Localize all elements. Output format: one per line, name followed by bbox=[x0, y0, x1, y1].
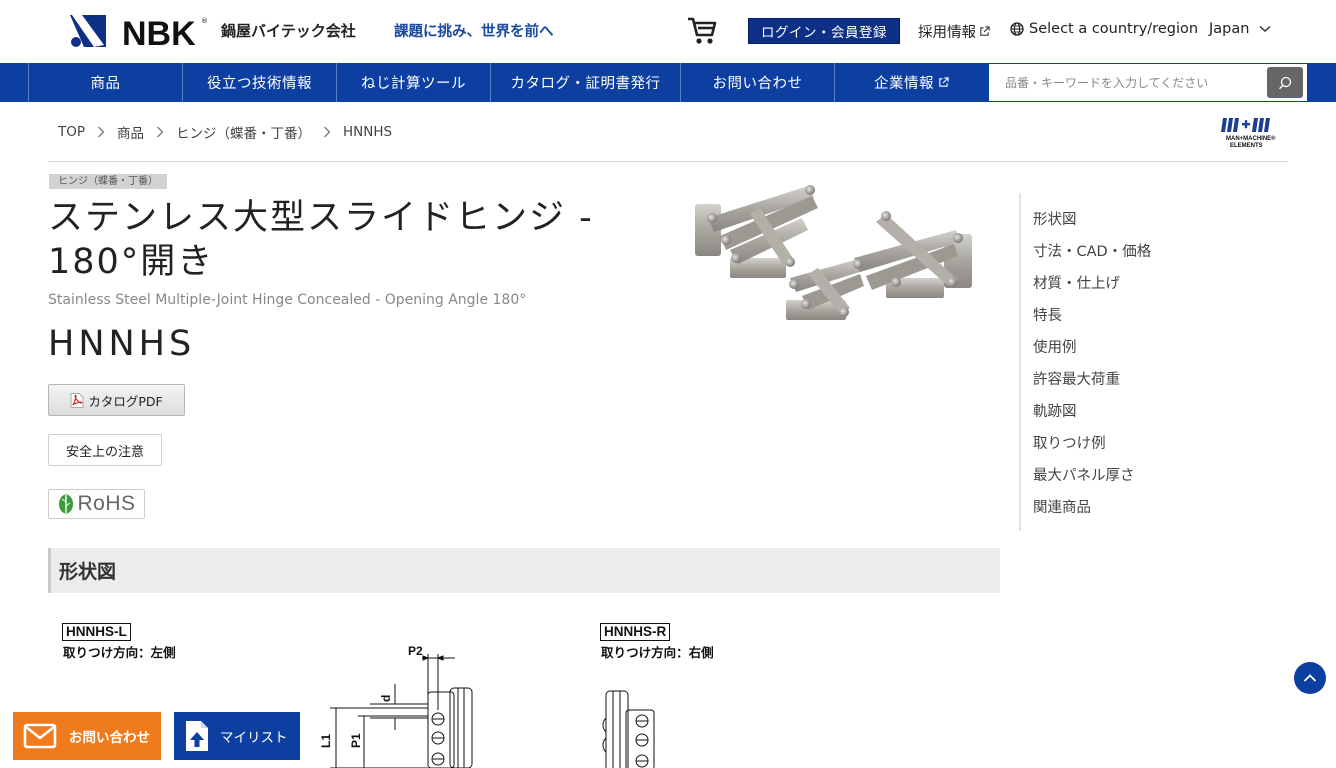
category-tag[interactable]: ヒンジ（蝶番・丁番） bbox=[49, 174, 167, 189]
search-button[interactable] bbox=[1267, 67, 1303, 98]
svg-text:P1: P1 bbox=[349, 733, 363, 748]
page-title: ステンレス大型スライドヒンジ - 180°開き bbox=[48, 198, 594, 282]
tagline: 課題に挑み、世界を前へ bbox=[394, 24, 554, 40]
country-label: Select a country/region bbox=[1029, 21, 1199, 37]
nav-label: ねじ計算ツール bbox=[361, 76, 466, 92]
search-icon bbox=[1279, 76, 1292, 89]
pdf-icon bbox=[70, 392, 84, 408]
country-value: Japan bbox=[1209, 21, 1250, 37]
product-code: HNNHS bbox=[48, 324, 196, 364]
drawing-left-code: HNNHS-L bbox=[62, 623, 131, 641]
drawing-left: P2 d L1 P1 bbox=[319, 644, 473, 768]
section-heading-shape: 形状図 bbox=[48, 548, 1000, 593]
nav-label: 商品 bbox=[90, 76, 121, 92]
document-upload-icon bbox=[186, 721, 208, 751]
safety-notice-button[interactable]: 安全上の注意 bbox=[48, 434, 162, 466]
toc-item-shape[interactable]: 形状図 bbox=[1033, 208, 1077, 229]
pdf-label: カタログPDF bbox=[88, 393, 163, 409]
company-name: 鍋屋バイテック会社 bbox=[221, 22, 356, 40]
nav-item-screw-tool[interactable]: ねじ計算ツール bbox=[336, 63, 490, 102]
external-link-icon bbox=[939, 77, 949, 87]
toc-item-features[interactable]: 特長 bbox=[1033, 304, 1062, 325]
table-of-contents: 形状図 寸法・CAD・価格 材質・仕上げ 特長 使用例 許容最大荷重 軌跡図 取… bbox=[1019, 193, 1179, 531]
external-link-icon bbox=[980, 26, 990, 36]
product-subtitle: Stainless Steel Multiple-Joint Hinge Con… bbox=[48, 292, 527, 308]
contact-float-label: お問い合わせ bbox=[69, 730, 150, 746]
rohs-badge: RoHS bbox=[48, 489, 145, 519]
breadcrumb-products[interactable]: 商品 bbox=[117, 122, 144, 142]
toc-item-usage[interactable]: 使用例 bbox=[1033, 336, 1077, 357]
nav-label: 企業情報 bbox=[874, 76, 934, 92]
breadcrumb: TOP 商品 ヒンジ（蝶番・丁番） HNNHS bbox=[58, 122, 392, 142]
svg-text:L1: L1 bbox=[319, 734, 333, 748]
chevron-right-icon bbox=[157, 126, 164, 138]
mail-icon bbox=[23, 723, 57, 749]
nav-label: 役立つ技術情報 bbox=[207, 76, 312, 92]
divider bbox=[48, 161, 1288, 162]
nav-item-products[interactable]: 商品 bbox=[28, 63, 182, 102]
breadcrumb-top[interactable]: TOP bbox=[58, 124, 85, 140]
breadcrumb-current: HNNHS bbox=[343, 124, 393, 140]
nav-label: カタログ・証明書発行 bbox=[510, 76, 661, 92]
catalog-pdf-button[interactable]: カタログPDF bbox=[48, 384, 185, 416]
svg-text:d: d bbox=[379, 695, 393, 702]
drawing-left-direction: 取りつけ方向：左側 bbox=[63, 645, 176, 660]
svg-text:P2: P2 bbox=[408, 644, 423, 658]
nav-label: お問い合わせ bbox=[712, 76, 803, 92]
toc-item-trajectory[interactable]: 軌跡図 bbox=[1033, 400, 1077, 421]
recruit-link[interactable]: 採用情報 bbox=[918, 21, 990, 42]
globe-icon bbox=[1010, 22, 1024, 36]
main-nav: 商品 役立つ技術情報 ねじ計算ツール カタログ・証明書発行 お問い合わせ 企業情… bbox=[0, 63, 1336, 102]
site-header: NBK ® 鍋屋バイテック会社 課題に挑み、世界を前へ ログイン・会員登録 採用… bbox=[0, 0, 1336, 63]
toc-item-material[interactable]: 材質・仕上げ bbox=[1033, 272, 1120, 293]
country-selector[interactable]: Select a country/region bbox=[1010, 21, 1198, 37]
nav-item-company[interactable]: 企業情報 bbox=[834, 63, 988, 102]
nbk-logo[interactable]: NBK ® bbox=[70, 13, 210, 49]
product-photo bbox=[695, 185, 972, 320]
login-button[interactable]: ログイン・会員登録 bbox=[748, 18, 900, 44]
country-dropdown[interactable]: Japan bbox=[1209, 21, 1271, 37]
mylist-float-button[interactable]: マイリスト bbox=[174, 712, 300, 760]
toc-item-dimensions[interactable]: 寸法・CAD・価格 bbox=[1033, 240, 1151, 261]
man-machine-logo: MAN+MACHINE® ELEMENTS bbox=[1221, 118, 1276, 149]
nav-item-contact[interactable]: お問い合わせ bbox=[680, 63, 834, 102]
toc-item-mounting[interactable]: 取りつけ例 bbox=[1033, 432, 1106, 453]
back-to-top-button[interactable] bbox=[1294, 662, 1326, 694]
breadcrumb-hinges[interactable]: ヒンジ（蝶番・丁番） bbox=[176, 122, 311, 142]
svg-text:NBK: NBK bbox=[122, 15, 196, 49]
svg-text:MAN+MACHINE®: MAN+MACHINE® bbox=[1226, 135, 1276, 142]
toc-item-max-load[interactable]: 許容最大荷重 bbox=[1033, 368, 1120, 389]
contact-float-button[interactable]: お問い合わせ bbox=[13, 712, 161, 760]
nav-item-tech-info[interactable]: 役立つ技術情報 bbox=[182, 63, 336, 102]
chevron-right-icon bbox=[324, 126, 331, 138]
toc-item-related[interactable]: 関連商品 bbox=[1033, 496, 1091, 517]
rohs-label: RoHS bbox=[77, 492, 136, 515]
nav-item-catalog[interactable]: カタログ・証明書発行 bbox=[490, 63, 680, 102]
svg-text:®: ® bbox=[201, 17, 208, 25]
drawing-right-direction: 取りつけ方向：右側 bbox=[601, 645, 714, 660]
chevron-down-icon bbox=[1259, 25, 1271, 32]
mylist-float-label: マイリスト bbox=[220, 730, 288, 746]
chevron-right-icon bbox=[98, 126, 105, 138]
cart-icon[interactable] bbox=[686, 14, 718, 46]
search-box bbox=[988, 63, 1308, 102]
recruit-label: 採用情報 bbox=[918, 25, 976, 41]
drawing-right-code: HNNHS-R bbox=[600, 623, 671, 641]
toc-item-panel-thickness[interactable]: 最大パネル厚さ bbox=[1033, 464, 1135, 485]
chevron-up-icon bbox=[1303, 674, 1317, 682]
svg-text:ELEMENTS: ELEMENTS bbox=[1230, 143, 1263, 149]
drawing-right bbox=[602, 690, 655, 768]
leaf-icon bbox=[59, 494, 74, 514]
search-input[interactable] bbox=[989, 64, 1265, 101]
